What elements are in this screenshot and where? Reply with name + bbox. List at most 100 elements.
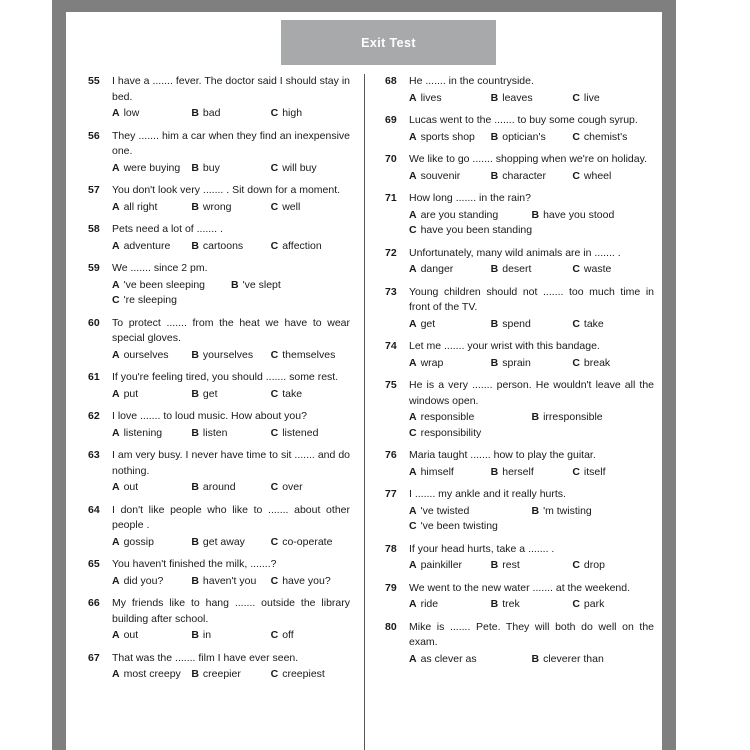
- option-choice[interactable]: Coff: [271, 628, 350, 644]
- option-choice[interactable]: Asports shop: [409, 130, 491, 146]
- option-choice[interactable]: Agossip: [112, 535, 191, 551]
- exit-test-button[interactable]: Exit Test: [281, 20, 496, 65]
- question-number: 55: [88, 75, 100, 87]
- option-choice[interactable]: Bcharacter: [491, 169, 573, 185]
- option-choice[interactable]: Cbreak: [572, 356, 654, 372]
- option-choice[interactable]: Aout: [112, 628, 191, 644]
- option-choice[interactable]: Awrap: [409, 356, 491, 372]
- option-choice[interactable]: Aout: [112, 480, 191, 496]
- question-number: 67: [88, 651, 100, 664]
- option-choice[interactable]: Cresponsibility: [409, 426, 654, 442]
- option-choice[interactable]: Bhaven't you: [191, 574, 270, 590]
- question-number: 57: [88, 184, 100, 196]
- option-choice[interactable]: Cwaste: [572, 262, 654, 278]
- option-choice[interactable]: A've been sleeping: [112, 278, 231, 294]
- option-choice[interactable]: Aare you standing: [409, 208, 532, 224]
- option-choice[interactable]: Bcreepier: [191, 667, 270, 683]
- option-choice[interactable]: Aadventure: [112, 239, 191, 255]
- option-choice[interactable]: Apainkiller: [409, 558, 491, 574]
- option-choice[interactable]: Cwheel: [572, 169, 654, 185]
- option-choice[interactable]: Cwill buy: [271, 161, 350, 177]
- option-text: take: [583, 317, 604, 330]
- option-choice[interactable]: Adanger: [409, 262, 491, 278]
- option-choice[interactable]: Cwell: [271, 200, 350, 216]
- option-choice[interactable]: Bget away: [191, 535, 270, 551]
- option-letter: B: [191, 200, 199, 213]
- option-choice[interactable]: Asouvenir: [409, 169, 491, 185]
- option-choice[interactable]: Caffection: [271, 239, 350, 255]
- option-choice[interactable]: Awere buying: [112, 161, 191, 177]
- option-choice[interactable]: Bdesert: [491, 262, 573, 278]
- questions-column-right: 68 He ....... in the countryside. Alives Bl…: [364, 74, 662, 750]
- option-text: lives: [420, 91, 442, 104]
- option-choice[interactable]: Btrek: [491, 597, 573, 613]
- option-choice[interactable]: Cdrop: [572, 558, 654, 574]
- option-choice[interactable]: Ahimself: [409, 465, 491, 481]
- option-choice[interactable]: Cthemselves: [271, 348, 350, 364]
- option-choice[interactable]: Clistened: [271, 426, 350, 442]
- option-choice[interactable]: B've slept: [231, 278, 350, 294]
- option-choice[interactable]: Ccreepiest: [271, 667, 350, 683]
- option-choice[interactable]: A've twisted: [409, 504, 532, 520]
- question-options: Aourselves Byourselves Cthemselves: [112, 348, 350, 364]
- option-choice[interactable]: Bleaves: [491, 91, 573, 107]
- option-choice[interactable]: Ctake: [271, 387, 350, 403]
- option-letter: C: [572, 559, 580, 571]
- option-choice[interactable]: Aresponsible: [409, 410, 532, 426]
- option-choice[interactable]: Aride: [409, 597, 491, 613]
- option-choice[interactable]: Chave you?: [271, 574, 350, 590]
- option-choice[interactable]: Amost creepy: [112, 667, 191, 683]
- option-letter: C: [572, 598, 580, 610]
- exit-test-page: Exit Test 55 I have a ....... fever. The …: [0, 0, 750, 750]
- option-choice[interactable]: Aas clever as: [409, 652, 532, 668]
- option-text: listen: [202, 426, 228, 439]
- option-choice[interactable]: Ctake: [572, 317, 654, 333]
- option-letter: B: [191, 107, 199, 119]
- option-choice[interactable]: Boptician's: [491, 130, 573, 146]
- option-choice[interactable]: Cpark: [572, 597, 654, 613]
- option-choice[interactable]: Byourselves: [191, 348, 270, 364]
- option-choice[interactable]: C've been twisting: [409, 519, 654, 535]
- option-choice[interactable]: Bbuy: [191, 161, 270, 177]
- option-choice[interactable]: Chave you been standing: [409, 223, 654, 239]
- option-choice[interactable]: Bsprain: [491, 356, 573, 372]
- question-options: Alives Bleaves Clive: [409, 91, 654, 107]
- option-choice[interactable]: Aall right: [112, 200, 191, 216]
- option-letter: C: [572, 317, 580, 330]
- question-item: 60 To protect ....... from the heat we ha…: [88, 316, 350, 364]
- option-choice[interactable]: Bwrong: [191, 200, 270, 216]
- option-choice[interactable]: Aput: [112, 387, 191, 403]
- option-letter: A: [112, 426, 120, 439]
- option-choice[interactable]: Bcleverer than: [532, 652, 655, 668]
- option-choice[interactable]: Alow: [112, 106, 191, 122]
- option-choice[interactable]: B'm twisting: [532, 504, 655, 520]
- option-choice[interactable]: Bin: [191, 628, 270, 644]
- question-item: 75 He is a very ....... person. He wouldn…: [385, 378, 654, 441]
- option-choice[interactable]: Cchemist's: [572, 130, 654, 146]
- option-text: have you stood: [543, 208, 615, 221]
- option-choice[interactable]: Bherself: [491, 465, 573, 481]
- option-choice[interactable]: Cco-operate: [271, 535, 350, 551]
- option-choice[interactable]: Baround: [191, 480, 270, 496]
- option-choice[interactable]: Bcartoons: [191, 239, 270, 255]
- option-letter: B: [531, 504, 540, 517]
- option-choice[interactable]: Aourselves: [112, 348, 191, 364]
- option-choice[interactable]: Adid you?: [112, 574, 191, 590]
- option-choice[interactable]: Bget: [191, 387, 270, 403]
- question-item: 59 We ....... since 2 pm. A've been sleepi…: [88, 261, 350, 309]
- option-choice[interactable]: Brest: [491, 558, 573, 574]
- option-choice[interactable]: Chigh: [271, 106, 350, 122]
- option-choice[interactable]: Bhave you stood: [532, 208, 655, 224]
- option-choice[interactable]: Citself: [572, 465, 654, 481]
- option-choice[interactable]: Bspend: [491, 317, 573, 333]
- option-choice[interactable]: Alistening: [112, 426, 191, 442]
- option-choice[interactable]: Bbad: [191, 106, 270, 122]
- option-choice[interactable]: Clive: [572, 91, 654, 107]
- option-choice[interactable]: Birresponsible: [532, 410, 655, 426]
- option-choice[interactable]: Cover: [271, 480, 350, 496]
- question-options: Aadventure Bcartoons Caffection: [112, 239, 350, 255]
- option-choice[interactable]: C're sleeping: [112, 293, 350, 309]
- option-choice[interactable]: Aget: [409, 317, 491, 333]
- option-choice[interactable]: Alives: [409, 91, 491, 107]
- option-choice[interactable]: Blisten: [191, 426, 270, 442]
